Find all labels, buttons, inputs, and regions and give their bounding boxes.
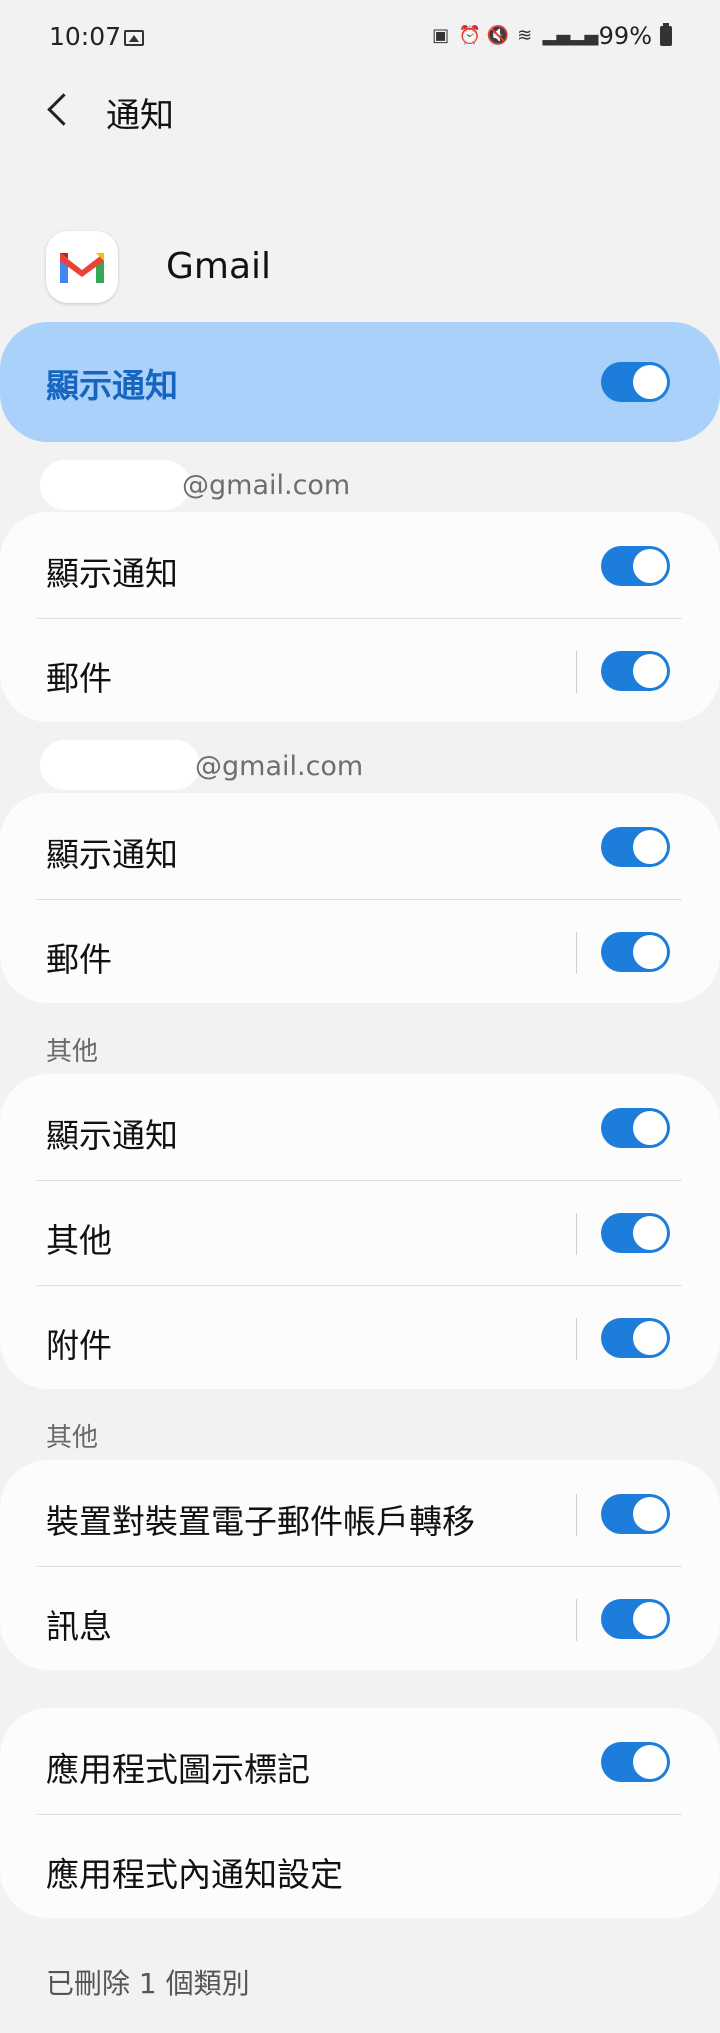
other-2-transfer-label: 裝置對裝置電子郵件帳戶轉移: [46, 1502, 475, 1541]
deleted-categories-note: 已刪除 1 個類別: [46, 1967, 250, 2000]
wifi-icon: ≋: [517, 25, 533, 46]
gmail-icon: [46, 231, 118, 303]
battery-icon: [660, 23, 672, 46]
battery-saver-icon: ▣: [432, 25, 450, 46]
separator: [576, 1494, 577, 1536]
app-name: Gmail: [166, 246, 272, 287]
account-2-mail-label: 郵件: [46, 940, 112, 979]
account-1-show-label: 顯示通知: [46, 554, 178, 593]
master-toggle-label: 顯示通知: [46, 366, 178, 405]
divider: [37, 1566, 682, 1567]
account-1-mail-label: 郵件: [46, 659, 112, 698]
separator: [576, 1599, 577, 1641]
divider: [37, 1285, 682, 1286]
other-1-attach-toggle[interactable]: [601, 1318, 670, 1358]
image-notification-icon: [124, 30, 144, 46]
account-2-show-label: 顯示通知: [46, 835, 178, 874]
account-1-show-toggle[interactable]: [601, 546, 670, 586]
other-1-other-toggle[interactable]: [601, 1213, 670, 1253]
page-title: 通知: [106, 96, 174, 136]
mute-icon: 🔇: [486, 25, 510, 46]
status-time: 10:07: [49, 22, 122, 51]
signal-icon-2: ▂▄: [570, 25, 599, 46]
other-2-message-toggle[interactable]: [601, 1599, 670, 1639]
other-1-show-toggle[interactable]: [601, 1108, 670, 1148]
other-1-attach-label: 附件: [46, 1326, 112, 1365]
other-2-transfer-toggle[interactable]: [601, 1494, 670, 1534]
separator: [576, 1213, 577, 1255]
signal-icon: ▂▄: [542, 25, 571, 46]
account-2-show-toggle[interactable]: [601, 827, 670, 867]
account-2-mail-toggle[interactable]: [601, 932, 670, 972]
other-1-show-label: 顯示通知: [46, 1116, 178, 1155]
divider: [37, 1814, 682, 1815]
separator: [576, 1318, 577, 1360]
battery-percent: 99%: [598, 22, 652, 50]
account-email: @gmail.com: [182, 470, 351, 501]
section-title: 其他: [46, 1423, 99, 1453]
other-1-other-label: 其他: [46, 1221, 112, 1260]
redacted-email: [40, 460, 190, 510]
app-badge-toggle[interactable]: [601, 1742, 670, 1782]
redacted-email: [40, 740, 200, 790]
divider: [37, 899, 682, 900]
section-title: 其他: [46, 1037, 99, 1067]
divider: [37, 1180, 682, 1181]
back-button[interactable]: [44, 92, 74, 134]
divider: [37, 618, 682, 619]
account-1-mail-toggle[interactable]: [601, 651, 670, 691]
other-2-message-label: 訊息: [46, 1607, 112, 1646]
separator: [576, 651, 577, 693]
in-app-notification-settings[interactable]: 應用程式內通知設定: [46, 1848, 343, 1896]
app-badge-label: 應用程式圖示標記: [46, 1750, 310, 1789]
master-toggle-switch[interactable]: [601, 362, 670, 402]
alarm-icon: ⏰: [458, 25, 482, 46]
status-icons: ▣ ⏰ 🔇 ≋ ▂▄ ▂▄ 99%: [431, 22, 672, 50]
separator: [576, 932, 577, 974]
account-email: @gmail.com: [195, 751, 364, 782]
